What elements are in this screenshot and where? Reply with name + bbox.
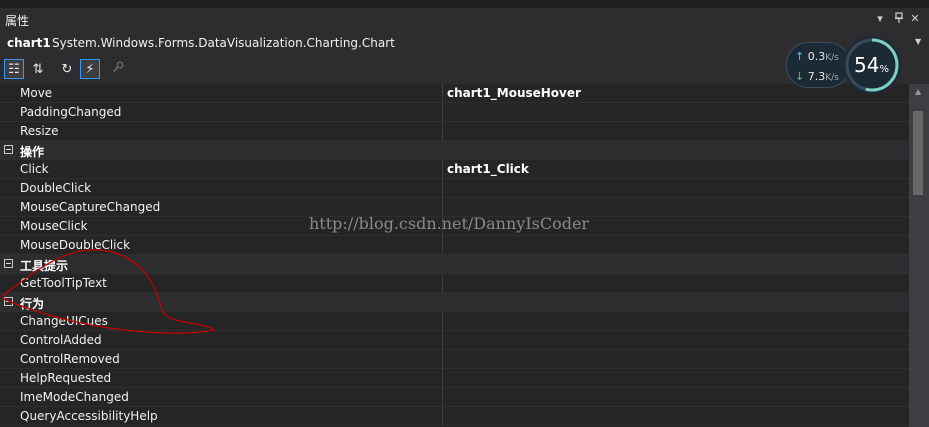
network-speed-widget[interactable]: ↑ 0.3K/s ↓ 7.3K/s [786,42,850,88]
category-row-behavior[interactable]: 行为 [0,293,909,312]
property-name: ControlAdded [20,333,102,347]
key-icon [112,61,124,77]
properties-title-bar: 属性 ▾ ✕ [0,8,929,32]
column-divider [442,217,443,235]
property-name: Resize [20,124,59,138]
column-divider [442,274,443,292]
property-name: ImeModeChanged [20,390,129,404]
category-row-action[interactable]: 操作 [0,141,909,160]
usage-percent: 54% [854,53,889,77]
column-divider [442,198,443,216]
close-icon[interactable]: ✕ [908,12,922,28]
property-name: ControlRemoved [20,352,120,366]
property-value[interactable]: chart1_Click [447,162,529,176]
property-row-click[interactable]: Click chart1_Click [0,160,909,179]
property-row-mousedoubleclick[interactable]: MouseDoubleClick [0,236,909,255]
upload-arrow-icon: ↑ [795,50,805,63]
column-divider [442,388,443,406]
property-row-resize[interactable]: Resize [0,122,909,141]
collapse-icon[interactable] [4,259,13,268]
percent-sign: % [879,64,889,75]
categorized-icon: ☷ [8,62,20,77]
property-name: MouseDoubleClick [20,238,131,252]
property-name: QueryAccessibilityHelp [20,409,158,423]
upload-speed-value: 0.3 [807,50,826,63]
property-row-controlremoved[interactable]: ControlRemoved [0,350,909,369]
scrollbar-thumb[interactable] [913,111,923,195]
categorized-button[interactable]: ☷ [4,59,24,79]
category-name: 工具提示 [20,259,69,273]
pin-icon[interactable] [892,12,906,28]
collapse-icon[interactable] [4,297,13,306]
property-pages-button[interactable] [108,59,128,79]
column-divider [442,236,443,254]
object-type: System.Windows.Forms.DataVisualization.C… [52,36,395,50]
events-button[interactable]: ⚡ [80,59,100,79]
properties-button[interactable]: ↻ [57,59,77,79]
column-divider [442,350,443,368]
property-name: MouseCaptureChanged [20,200,161,214]
property-row-imemodechanged[interactable]: ImeModeChanged [0,388,909,407]
column-divider [442,179,443,197]
property-row-queryaccessibilityhelp[interactable]: QueryAccessibilityHelp [0,407,909,426]
column-divider [442,160,443,178]
chevron-down-icon[interactable]: ▼ [915,37,921,46]
property-name: HelpRequested [20,371,112,385]
object-name: chart1 [7,36,51,50]
property-name: PaddingChanged [20,105,122,119]
collapse-icon[interactable] [4,145,13,154]
column-divider [442,103,443,121]
property-row-gettooltiptext[interactable]: GetToolTipText [0,274,909,293]
column-divider [442,407,443,425]
memory-usage-gauge[interactable]: 54% [843,36,901,94]
category-name: 行为 [20,297,45,311]
property-row-mouseclick[interactable]: MouseClick [0,217,909,236]
download-speed: ↓ 7.3K/s [795,70,839,83]
upload-speed-unit: K/s [825,53,839,63]
property-grid: Move chart1_MouseHover PaddingChanged Re… [0,84,909,427]
property-row-paddingchanged[interactable]: PaddingChanged [0,103,909,122]
property-row-doubleclick[interactable]: DoubleClick [0,179,909,198]
wrench-icon: ↻ [61,62,73,77]
sort-az-icon: ⇅ [32,62,44,77]
lightning-icon: ⚡ [85,62,95,77]
download-speed-value: 7.3 [807,70,826,83]
panel-title: 属性 [5,14,30,28]
column-divider [442,122,443,140]
column-divider [442,369,443,387]
property-name: Click [20,162,49,176]
column-divider [442,312,443,330]
property-row-controladded[interactable]: ControlAdded [0,331,909,350]
property-name: ChangeUICues [20,314,108,328]
category-row-tooltip[interactable]: 工具提示 [0,255,909,274]
vertical-scrollbar[interactable]: ▲ [909,84,929,427]
scroll-up-icon[interactable]: ▲ [915,87,921,96]
usage-percent-value: 54 [854,53,880,77]
property-row-changeuicues[interactable]: ChangeUICues [0,312,909,331]
property-row-helprequested[interactable]: HelpRequested [0,369,909,388]
category-name: 操作 [20,145,45,159]
download-speed-unit: K/s [825,73,839,83]
property-row-move[interactable]: Move chart1_MouseHover [0,84,909,103]
property-name: Move [20,86,53,100]
column-divider [442,84,443,102]
property-name: DoubleClick [20,181,92,195]
property-value[interactable]: chart1_MouseHover [447,86,581,100]
column-divider [442,331,443,349]
upload-speed: ↑ 0.3K/s [795,50,839,63]
window-position-dropdown-icon[interactable]: ▾ [873,12,887,28]
top-strip [0,0,929,8]
property-row-mousecapturechanged[interactable]: MouseCaptureChanged [0,198,909,217]
property-name: MouseClick [20,219,88,233]
alphabetical-button[interactable]: ⇅ [28,59,48,79]
property-name: GetToolTipText [20,276,107,290]
download-arrow-icon: ↓ [795,70,805,83]
